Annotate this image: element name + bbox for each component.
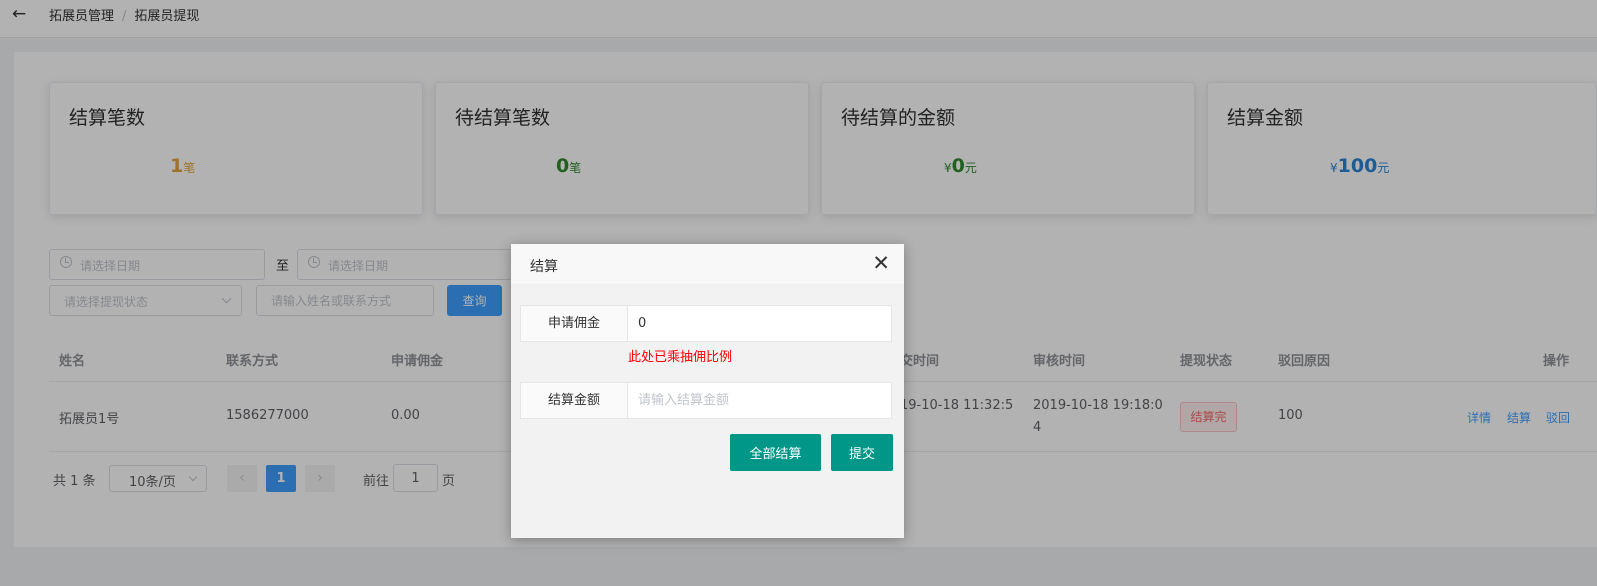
commission-input[interactable] bbox=[629, 306, 891, 341]
commission-label: 申请佣金 bbox=[521, 306, 628, 341]
settle-dialog: 结算 ✕ 申请佣金 此处已乘抽佣比例 结算金额 全部结算 提交 bbox=[511, 244, 904, 538]
commission-hint: 此处已乘抽佣比例 bbox=[628, 350, 733, 365]
amount-row: 结算金额 bbox=[520, 382, 892, 419]
commission-row: 申请佣金 bbox=[520, 305, 892, 342]
amount-label: 结算金额 bbox=[521, 383, 628, 418]
submit-button[interactable]: 提交 bbox=[831, 434, 893, 471]
settle-all-button[interactable]: 全部结算 bbox=[730, 434, 821, 471]
dialog-header: 结算 ✕ bbox=[511, 244, 904, 285]
amount-input[interactable] bbox=[629, 383, 891, 418]
dialog-title: 结算 bbox=[530, 259, 558, 275]
close-icon[interactable]: ✕ bbox=[872, 253, 890, 274]
